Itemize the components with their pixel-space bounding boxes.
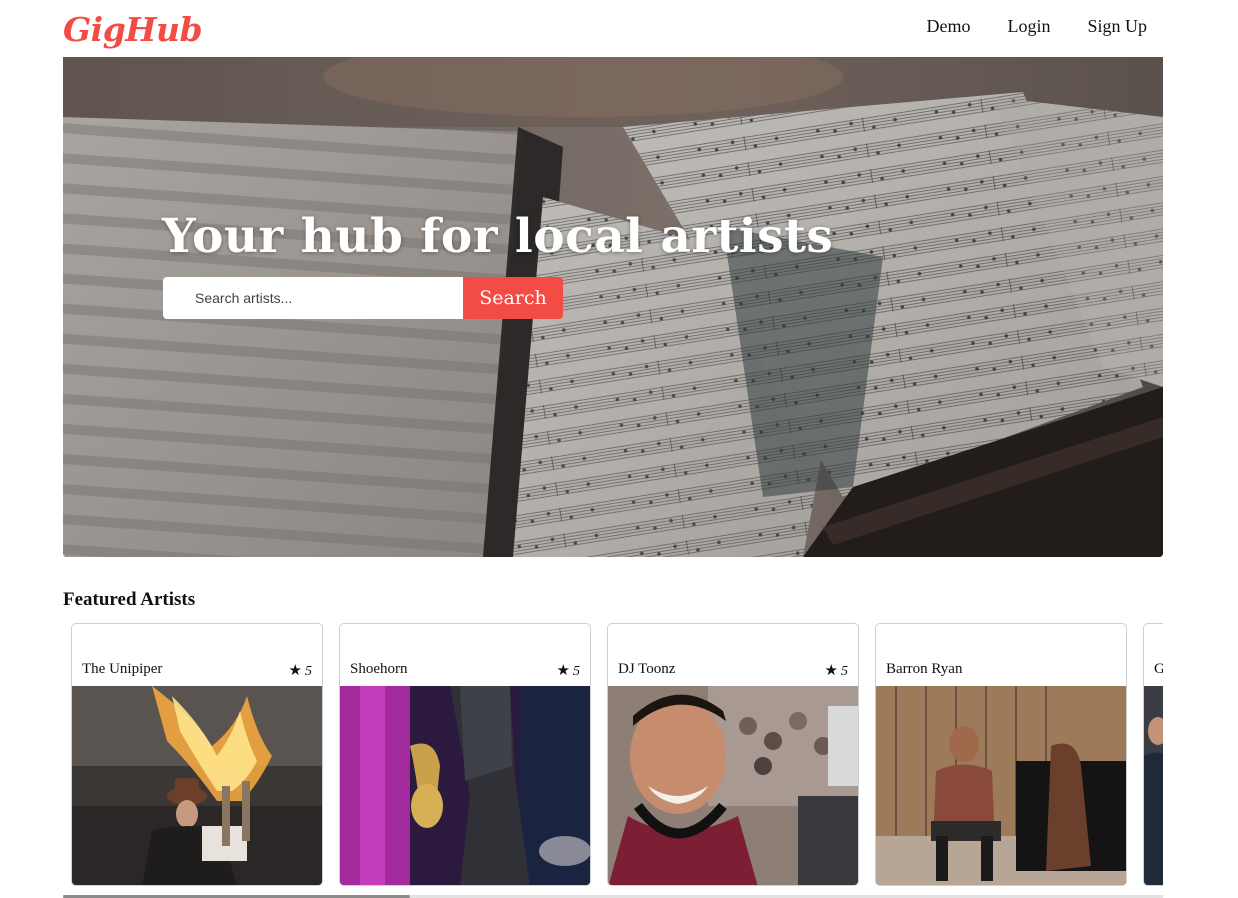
- artist-card-header: Shoehorn ★ 5: [340, 624, 590, 686]
- artist-rating: ★ 5: [289, 661, 312, 680]
- artist-photo: [72, 686, 322, 885]
- hero-banner: Your hub for local artists Search: [63, 57, 1163, 557]
- artist-card[interactable]: The Unipiper ★ 5: [71, 623, 323, 886]
- star-icon: ★: [824, 663, 838, 679]
- artist-card-header: Barron Ryan: [876, 624, 1126, 686]
- artist-name: Shoehorn: [350, 661, 408, 677]
- artist-photo: [340, 686, 590, 885]
- artist-card[interactable]: DJ Toonz ★ 5: [607, 623, 859, 886]
- nav-demo-link[interactable]: Demo: [926, 16, 970, 37]
- artist-card[interactable]: G: [1143, 623, 1163, 886]
- artist-photo: [876, 686, 1126, 885]
- artist-card[interactable]: Barron Ryan: [875, 623, 1127, 886]
- artist-card-header: DJ Toonz ★ 5: [608, 624, 858, 686]
- nav-login-link[interactable]: Login: [1007, 16, 1050, 37]
- rating-value: 5: [305, 664, 312, 679]
- artist-name: G: [1154, 661, 1163, 678]
- artist-name: DJ Toonz: [618, 661, 676, 677]
- artist-search-input[interactable]: [163, 277, 463, 319]
- hero-title: Your hub for local artists: [162, 209, 834, 264]
- nav-signup-link[interactable]: Sign Up: [1087, 16, 1147, 37]
- star-icon: ★: [556, 663, 570, 679]
- rating-value: 5: [841, 664, 848, 679]
- artist-card-header: The Unipiper ★ 5: [72, 624, 322, 686]
- site-header: GigHub Demo Login Sign Up: [0, 0, 1238, 57]
- artist-card-header: G: [1144, 624, 1163, 686]
- artist-name: The Unipiper: [82, 661, 163, 677]
- search-button[interactable]: Search: [463, 277, 563, 319]
- rating-value: 5: [573, 664, 580, 679]
- artist-rating: ★ 5: [557, 661, 580, 680]
- artist-card[interactable]: Shoehorn ★ 5: [339, 623, 591, 886]
- artist-name: Barron Ryan: [886, 661, 963, 677]
- featured-artists-carousel[interactable]: The Unipiper ★ 5 Shoehorn ★ 5 DJ Toonz ★…: [63, 623, 1163, 887]
- main-nav: Demo Login Sign Up: [926, 16, 1147, 37]
- artist-photo: [1144, 686, 1163, 885]
- artist-search-form: Search: [163, 277, 563, 319]
- artist-rating: ★ 5: [825, 661, 848, 680]
- artist-photo: [608, 686, 858, 885]
- star-icon: ★: [288, 663, 302, 679]
- featured-artists-heading: Featured Artists: [63, 589, 196, 610]
- logo[interactable]: GigHub: [63, 10, 203, 49]
